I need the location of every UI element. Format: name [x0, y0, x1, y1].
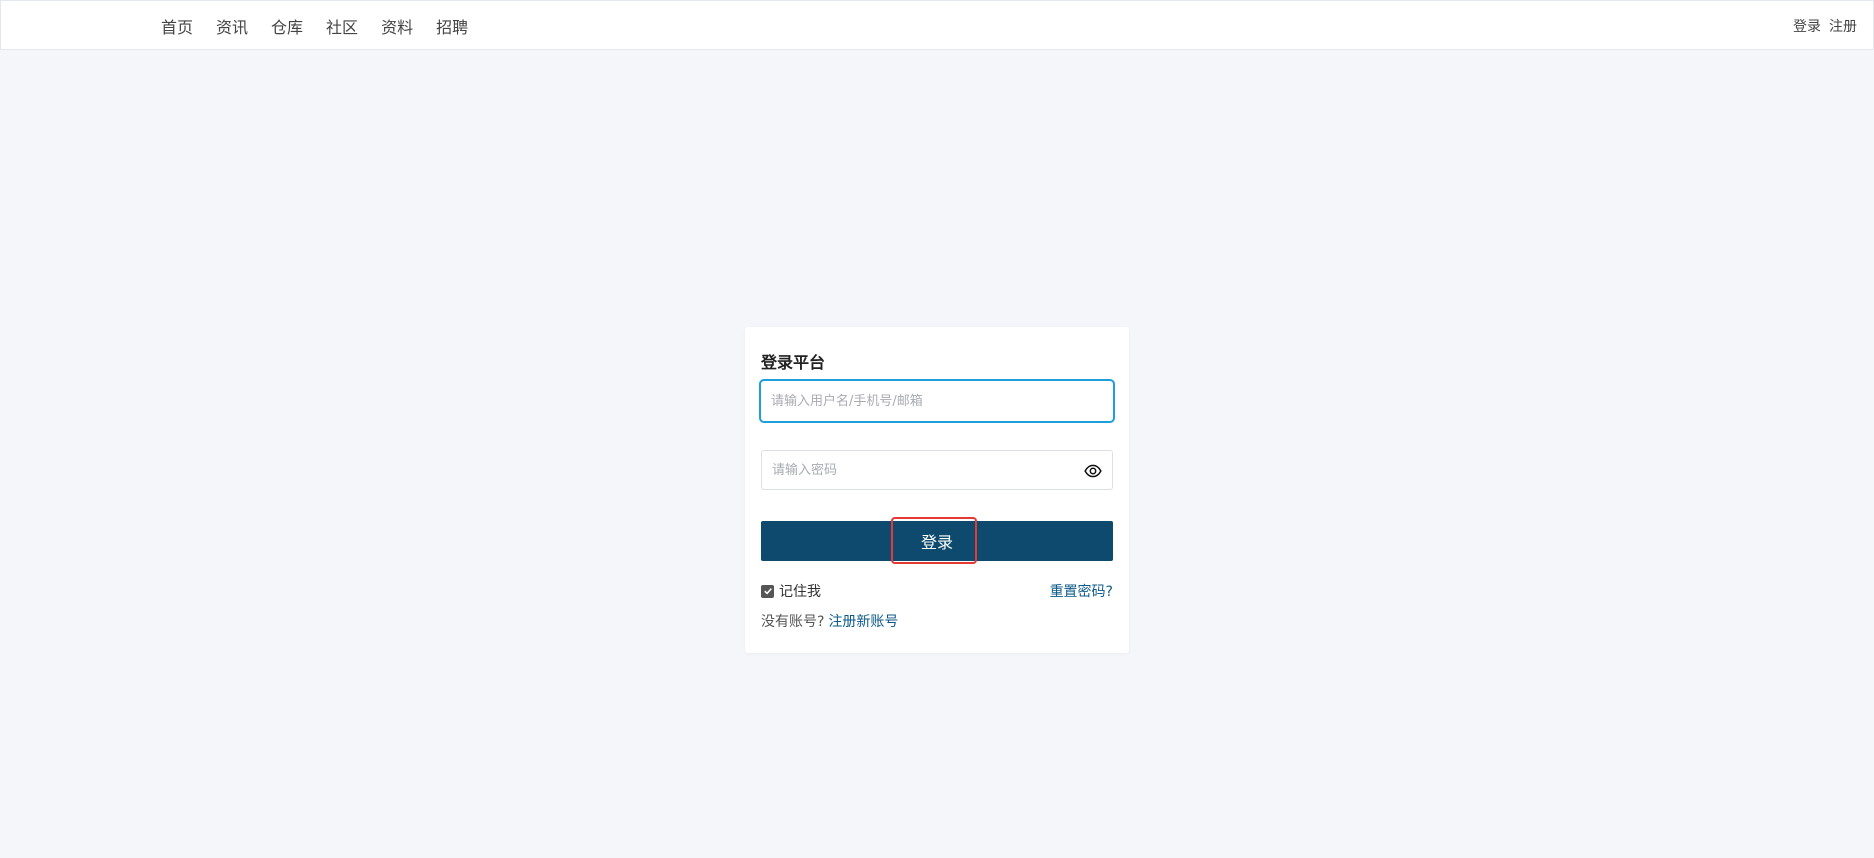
- password-input[interactable]: [762, 451, 1112, 489]
- login-title: 登录平台: [761, 353, 826, 372]
- remember-me: 记住我: [761, 581, 821, 601]
- nav-login-link[interactable]: 登录: [1793, 16, 1821, 36]
- nav-item-community[interactable]: 社区: [326, 14, 358, 38]
- nav-item-resources[interactable]: 资料: [381, 14, 413, 38]
- nav-item-home[interactable]: 首页: [161, 14, 193, 38]
- remember-row: 记住我 重置密码?: [761, 581, 1113, 601]
- nav-register-link[interactable]: 注册: [1829, 16, 1857, 36]
- main-nav: 首页 资讯 仓库 社区 资料 招聘: [161, 1, 491, 51]
- check-icon: [763, 588, 772, 595]
- register-row: 没有账号? 注册新账号: [761, 611, 898, 631]
- top-navbar: 首页 资讯 仓库 社区 资料 招聘 登录 注册: [0, 0, 1874, 50]
- username-field-wrapper: [759, 379, 1115, 423]
- login-card: 登录平台 登录 记住我 重置密码? 没有账号? 注册新账号: [745, 327, 1129, 653]
- eye-icon[interactable]: [1084, 462, 1102, 480]
- nav-item-jobs[interactable]: 招聘: [436, 14, 468, 38]
- remember-me-checkbox[interactable]: [761, 584, 774, 598]
- remember-me-label: 记住我: [779, 584, 821, 600]
- nav-item-news[interactable]: 资讯: [216, 14, 248, 38]
- no-account-text: 没有账号?: [761, 614, 825, 630]
- register-new-account-link[interactable]: 注册新账号: [828, 611, 898, 631]
- reset-password-link[interactable]: 重置密码?: [1050, 581, 1113, 601]
- login-submit-button[interactable]: 登录: [761, 521, 1113, 561]
- password-field-wrapper: [761, 450, 1113, 490]
- nav-item-repository[interactable]: 仓库: [271, 14, 303, 38]
- username-input[interactable]: [761, 381, 1113, 421]
- auth-links: 登录 注册: [1785, 1, 1857, 51]
